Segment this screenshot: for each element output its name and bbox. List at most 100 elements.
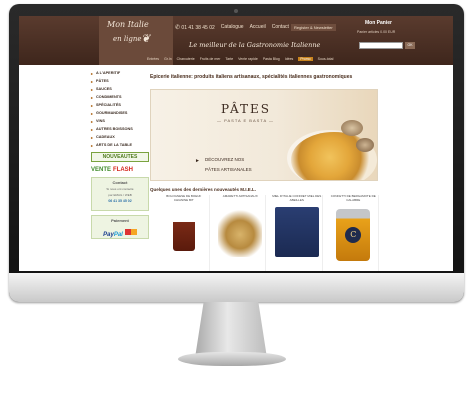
category-nav-item[interactable]: Idées (285, 57, 294, 61)
paypal-logo-part1: Pay (103, 232, 114, 238)
paypal-logo-part2: Pal (113, 232, 123, 238)
arrow-icon: ▸ (91, 110, 94, 116)
cart-title[interactable]: Mon Panier (365, 20, 392, 26)
sidebar-item-label: SAUCES (96, 87, 112, 91)
product-card[interactable]: CONFETTI DE BERGAMOTE DE CALABRE C (329, 194, 379, 271)
sidebar-item[interactable]: ▸ GOURMANDISES (91, 109, 153, 117)
logo-line2: en ligne (113, 35, 142, 43)
mushroom-image (341, 120, 363, 136)
sidebar-item[interactable]: ▸ AUTRES BOISSONS (91, 125, 153, 133)
sidebar-item-label: CADEAUX (96, 135, 115, 139)
newsletter-link[interactable]: Register & Newsletter (291, 24, 336, 31)
search-input[interactable] (359, 42, 403, 49)
payment-box: Paiement PayPal (91, 215, 149, 239)
sidebar-item-label: SPÉCIALITÉS (96, 103, 121, 107)
top-nav: ✆ 01 41 38 45 02 Catalogue Accueil Conta… (175, 24, 289, 31)
banner-subtitle: — PASTA E BASTA — (217, 118, 275, 123)
product-image[interactable] (162, 215, 206, 271)
sidebar-item[interactable]: ▸ SAUCES (91, 85, 153, 93)
arrow-icon: ▸ (91, 134, 94, 140)
webcam (234, 9, 238, 13)
jar-label-c: C (345, 227, 362, 243)
contact-phone: 06 41 35 45 02 (108, 199, 132, 203)
product-card[interactable]: BOLOGNESE DE BOEUF CHIANINE BIT (159, 194, 210, 271)
product-name[interactable]: CONFETTI DE BERGAMOTE DE CALABRE (329, 194, 379, 205)
product-grid: BOLOGNESE DE BOEUF CHIANINE BIT AMARETTI… (159, 194, 379, 271)
sidebar-item[interactable]: ▸ SPÉCIALITÉS (91, 101, 153, 109)
sidebar-item-label: ARTS DE LA TABLE (96, 143, 133, 147)
sidebar-item[interactable]: ▸ VINS (91, 117, 153, 125)
sidebar-item[interactable]: ▸ A L'APERITIF (91, 69, 153, 77)
contact-box[interactable]: Contact Si nous ont contacté par EMAIL /… (91, 177, 149, 211)
sidebar-item-label: VINS (96, 119, 105, 123)
flash-sale-word2: FLASH (113, 167, 134, 173)
category-list: ▸ A L'APERITIF ▸ PÂTES ▸ SAUCES ▸ CONDIMENTS… (91, 69, 153, 149)
category-nav-item[interactable]: Entrées (147, 57, 159, 61)
product-name[interactable]: BOLOGNESE DE BOEUF CHIANINE BIT (159, 194, 209, 205)
product-name[interactable]: AMARETTI ARTISANAUX (216, 194, 266, 205)
product-image[interactable] (218, 207, 263, 257)
honey-jar-image: C (336, 209, 371, 261)
recent-products-title: Quelques unes des dernières nouveautés M… (150, 187, 257, 192)
monitor-base (178, 352, 286, 366)
play-arrow-icon: ► (195, 158, 200, 164)
sidebar-item[interactable]: ▸ PÂTES (91, 77, 153, 85)
monitor-stand (195, 302, 267, 358)
arrow-icon: ▸ (91, 78, 94, 84)
category-nav-item[interactable]: Charcuterie (177, 57, 195, 61)
nav-catalogue[interactable]: Catalogue (221, 24, 244, 31)
search-button[interactable]: OK (405, 42, 415, 49)
page-title: Epicerie italienne: produits italiens ar… (150, 74, 353, 80)
sidebar-item[interactable]: ▸ CONDIMENTS (91, 93, 153, 101)
sidebar-item[interactable]: ▸ ARTS DE LA TABLE (91, 141, 153, 149)
contact-title: Contact (112, 180, 128, 185)
jar-image (172, 215, 195, 251)
sidebar-item-label: PÂTES (96, 79, 109, 83)
payment-title: Paiement (111, 218, 129, 223)
category-nav-item-active[interactable]: Promo (298, 57, 313, 61)
category-nav-item[interactable]: Pasta Blog (263, 57, 280, 61)
category-nav-item[interactable]: Sous-total (318, 57, 334, 61)
arrow-icon: ▸ (91, 94, 94, 100)
arrow-icon: ▸ (91, 86, 94, 92)
sidebar-item-label: AUTRES BOISSONS (96, 127, 133, 131)
sidebar-item-label: CONDIMENTS (96, 95, 122, 99)
phone-icon: ✆ (175, 25, 181, 31)
cart-summary: Panier articles 0.00 EUR (357, 30, 396, 34)
contact-line: Si nous ont contacté (106, 187, 134, 191)
product-image[interactable] (274, 207, 319, 257)
arrow-icon: ▸ (91, 102, 94, 108)
phone-number: 01 41 38 45 02 (181, 25, 215, 31)
product-card[interactable]: MIEL D'ITALIE COFFRET MIEL DES ABEILLES (272, 194, 323, 271)
product-name[interactable]: MIEL D'ITALIE COFFRET MIEL DES ABEILLES (272, 194, 322, 205)
banner-link-line2[interactable]: PÂTES ARTISANALES (205, 167, 252, 172)
flash-sale-link[interactable]: VENTE FLASH (91, 167, 153, 173)
paypal-logo: PayPal (103, 232, 123, 238)
category-nav-item[interactable]: Tarte (225, 57, 233, 61)
arrow-icon: ▸ (91, 126, 94, 132)
category-nav-item[interactable]: Fruits de mer (200, 57, 221, 61)
new-products-button[interactable]: NOUVEAUTES (91, 152, 149, 162)
site-header: Mon Italie en ligne ❦ ✆ 01 41 38 45 02 C… (19, 16, 453, 65)
nav-contact[interactable]: Contact (272, 24, 289, 31)
leaf-icon: ❦ (141, 32, 151, 45)
category-nav-item[interactable]: Gr.In (164, 57, 172, 61)
banner-title: PÂTES (221, 102, 271, 116)
nav-accueil[interactable]: Accueil (250, 24, 266, 31)
sidebar-item-label: GOURMANDISES (96, 111, 128, 115)
flash-sale-word1: VENTE (91, 167, 112, 173)
category-nav-item[interactable]: Vente rapide (238, 57, 258, 61)
screen: Mon Italie en ligne ❦ ✆ 01 41 38 45 02 C… (19, 16, 453, 271)
product-image[interactable]: C (331, 209, 375, 271)
mushroom-image (356, 138, 374, 152)
contact-line: par EMAIL / WEB (108, 193, 132, 197)
promo-banner[interactable]: PÂTES — PASTA E BASTA — ► DÉCOUVREZ NOS … (150, 89, 378, 181)
category-nav: Entrées Gr.In Charcuterie Fruits de mer … (147, 57, 333, 61)
arrow-icon: ▸ (91, 142, 94, 148)
product-card[interactable]: AMARETTI ARTISANAUX (216, 194, 266, 271)
credit-cards-icon (124, 228, 137, 235)
sidebar-item[interactable]: ▸ CADEAUX (91, 133, 153, 141)
banner-link-line1[interactable]: DÉCOUVREZ NOS (205, 157, 244, 162)
logo-line1: Mon Italie (107, 20, 149, 29)
arrow-icon: ▸ (91, 70, 94, 76)
